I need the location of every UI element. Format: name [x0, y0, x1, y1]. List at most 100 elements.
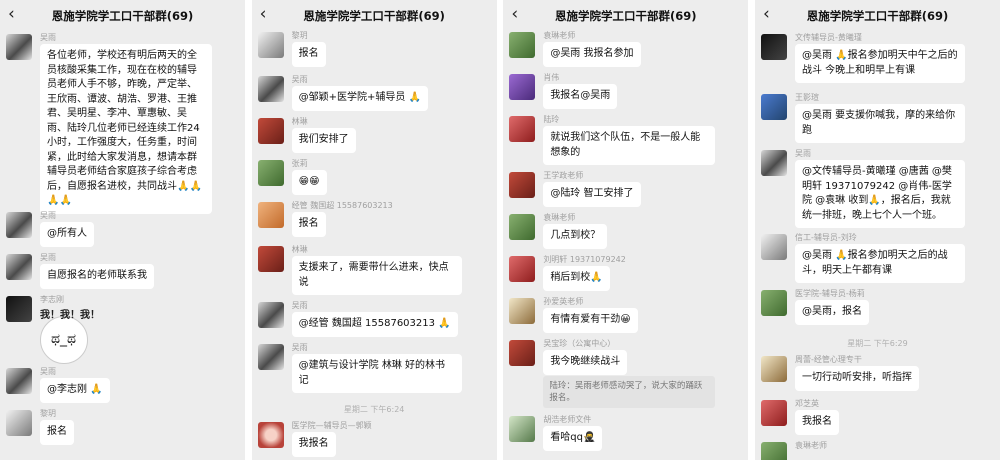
avatar[interactable]: [509, 416, 536, 442]
avatar[interactable]: [760, 442, 787, 460]
message-bubble[interactable]: 各位老师，学校还有明后两天的全员核酸采集工作，现在在校的辅导员老师人手不够，昨晚…: [40, 44, 212, 214]
message-bubble[interactable]: @李志刚 🙏: [40, 378, 110, 403]
sender-name: 信工-辅导员-刘玲: [794, 233, 857, 242]
avatar[interactable]: [257, 422, 284, 448]
message-bubble[interactable]: @吴雨 要支援你喊我，摩的来给你跑: [794, 104, 965, 143]
avatar[interactable]: [760, 290, 787, 316]
avatar[interactable]: [257, 302, 284, 328]
message: 医学院-辅导员-杨莉 @吴雨，报名: [760, 288, 996, 326]
avatar[interactable]: [509, 256, 536, 282]
avatar[interactable]: [257, 118, 284, 144]
message-bubble[interactable]: @经管 魏国超 15587603213 🙏: [291, 312, 458, 337]
message-bubble[interactable]: @陆玲 智工安排了: [543, 182, 641, 207]
message-bubble[interactable]: 报名: [291, 42, 326, 67]
avatar[interactable]: [509, 74, 536, 100]
message: 吴雨 各位老师，学校还有明后两天的全员核酸采集工作，现在在校的辅导员老师人手不够…: [6, 32, 241, 214]
avatar[interactable]: [509, 116, 536, 142]
message-bubble[interactable]: 看哈qq🥷: [543, 426, 603, 451]
chat-header: ‹ 恩施学院学工口干部群(69): [0, 0, 245, 30]
message-bubble[interactable]: 支援来了，需要带什么进来，快点说: [291, 256, 462, 295]
avatar[interactable]: [509, 32, 536, 58]
avatar[interactable]: [257, 202, 284, 228]
message-bubble[interactable]: @建筑与设计学院 林琳 好的林书记: [291, 354, 462, 393]
sender-name: 刘明轩 19371079242: [543, 255, 626, 264]
avatar[interactable]: [6, 296, 32, 322]
message: 吴雨 @经管 魏国超 15587603213 🙏: [257, 300, 493, 338]
avatar[interactable]: [257, 246, 284, 272]
message-bubble[interactable]: 😁😁: [291, 170, 327, 195]
message: 袁琳老师: [760, 440, 996, 460]
message-bubble[interactable]: 稍后到校🙏: [543, 266, 610, 291]
avatar[interactable]: [6, 368, 32, 394]
message: 吴雨 自愿报名的老师联系我: [6, 252, 241, 289]
timestamp: 星期二 下午6:29: [847, 339, 908, 348]
sender-name: 肖伟: [543, 73, 560, 82]
avatar[interactable]: [6, 212, 32, 238]
sender-name: 孙爱英老师: [543, 297, 584, 306]
quoted-reply: 陆玲：吴雨老师感动哭了，说大家的踊跃报名。: [543, 376, 716, 408]
avatar[interactable]: [6, 254, 32, 280]
message-bubble[interactable]: 几点到校？: [543, 224, 608, 249]
sender-name: 吴雨: [291, 343, 308, 352]
avatar[interactable]: [760, 34, 787, 60]
message-bubble[interactable]: 报名: [40, 420, 74, 445]
sender-name: 医学院-辅导员-杨莉: [794, 289, 865, 298]
message: 邓芝英 我报名: [760, 398, 996, 436]
message-bubble[interactable]: 就说我们这个队伍，不是一般人能想象的: [543, 126, 716, 165]
message-bubble[interactable]: 我报名@吴雨: [543, 84, 618, 109]
message-bubble[interactable]: @吴雨 🙏报名参加明天中午之后的战斗 今晚上和明早上有课: [794, 44, 965, 83]
message: 医学院—辅导员—郭颖 我报名: [257, 420, 493, 458]
sticker-image[interactable]: ಥ_ಥ: [40, 316, 88, 364]
sender-name: 袁琳老师: [794, 441, 827, 450]
avatar[interactable]: [257, 32, 284, 58]
message: 刘明轩 19371079242 稍后到校🙏: [509, 254, 744, 292]
message-bubble[interactable]: @邹颖+医学院+辅导员 🙏: [291, 86, 429, 111]
message-bubble[interactable]: 一切行动听安排，听指挥: [794, 366, 919, 391]
message-bubble[interactable]: 报名: [291, 212, 326, 237]
sender-name: 吴雨: [40, 33, 56, 42]
sender-name: 袁琳老师: [543, 213, 576, 222]
message: 吴雨 @邹颖+医学院+辅导员 🙏: [257, 74, 493, 112]
message-bubble[interactable]: 我报名: [794, 410, 839, 435]
avatar[interactable]: [6, 410, 32, 436]
avatar[interactable]: [257, 344, 284, 370]
avatar[interactable]: [760, 400, 787, 426]
message-bubble[interactable]: 我今晚继续战斗: [543, 350, 628, 375]
sender-name: 胡浩老师文件: [543, 415, 592, 424]
message-bubble[interactable]: 自愿报名的老师联系我: [40, 264, 154, 289]
message-bubble[interactable]: 有情有爱有干劲😀: [543, 308, 638, 333]
message-bubble[interactable]: @吴雨，报名: [794, 300, 869, 325]
avatar[interactable]: [509, 214, 536, 240]
avatar[interactable]: [257, 76, 284, 102]
sender-name: 吴宝珍（公寓中心）: [543, 339, 616, 348]
message: 黎玥 报名: [257, 30, 493, 68]
message: 陆玲 就说我们这个队伍，不是一般人能想象的: [509, 114, 744, 166]
sender-name: 张莉: [291, 159, 308, 168]
sender-name: 王影瑄: [794, 93, 819, 102]
avatar[interactable]: [760, 234, 787, 260]
message: 吴雨 @建筑与设计学院 林琳 好的林书记: [257, 342, 493, 394]
group-title: 恩施学院学工口干部群(69): [555, 9, 697, 23]
sticker-caption: 我！我！我！: [40, 310, 100, 321]
sender-name: 吴雨: [794, 149, 811, 158]
message-bubble[interactable]: @所有人: [40, 222, 94, 247]
avatar[interactable]: [257, 160, 284, 186]
message: 王影瑄 @吴雨 要支援你喊我，摩的来给你跑: [760, 92, 996, 144]
sender-name: 袁琳老师: [543, 31, 576, 40]
avatar[interactable]: [509, 340, 536, 366]
avatar[interactable]: [760, 94, 787, 120]
message-bubble[interactable]: @文传辅导员-黄曦瑾 @唐茜 @樊明轩 19371079242 @肖伟-医学院 …: [794, 160, 965, 228]
message-bubble[interactable]: 我们安排了: [291, 128, 356, 153]
message-bubble[interactable]: 我报名: [291, 432, 336, 457]
avatar[interactable]: [509, 172, 536, 198]
sender-name: 医学院—辅导员—郭颖: [291, 421, 372, 430]
group-title: 恩施学院学工口干部群(69): [51, 9, 194, 23]
message-bubble[interactable]: @吴雨 我报名参加: [543, 42, 641, 67]
avatar[interactable]: [509, 298, 536, 324]
message-bubble[interactable]: @吴雨 🙏报名参加明天之后的战斗，明天上午都有课: [794, 244, 965, 283]
message: 张莉 😁😁: [257, 158, 493, 196]
avatar[interactable]: [760, 356, 787, 382]
message: 王学政老师 @陆玲 智工安排了: [509, 170, 744, 208]
avatar[interactable]: [6, 34, 32, 60]
avatar[interactable]: [760, 150, 787, 176]
